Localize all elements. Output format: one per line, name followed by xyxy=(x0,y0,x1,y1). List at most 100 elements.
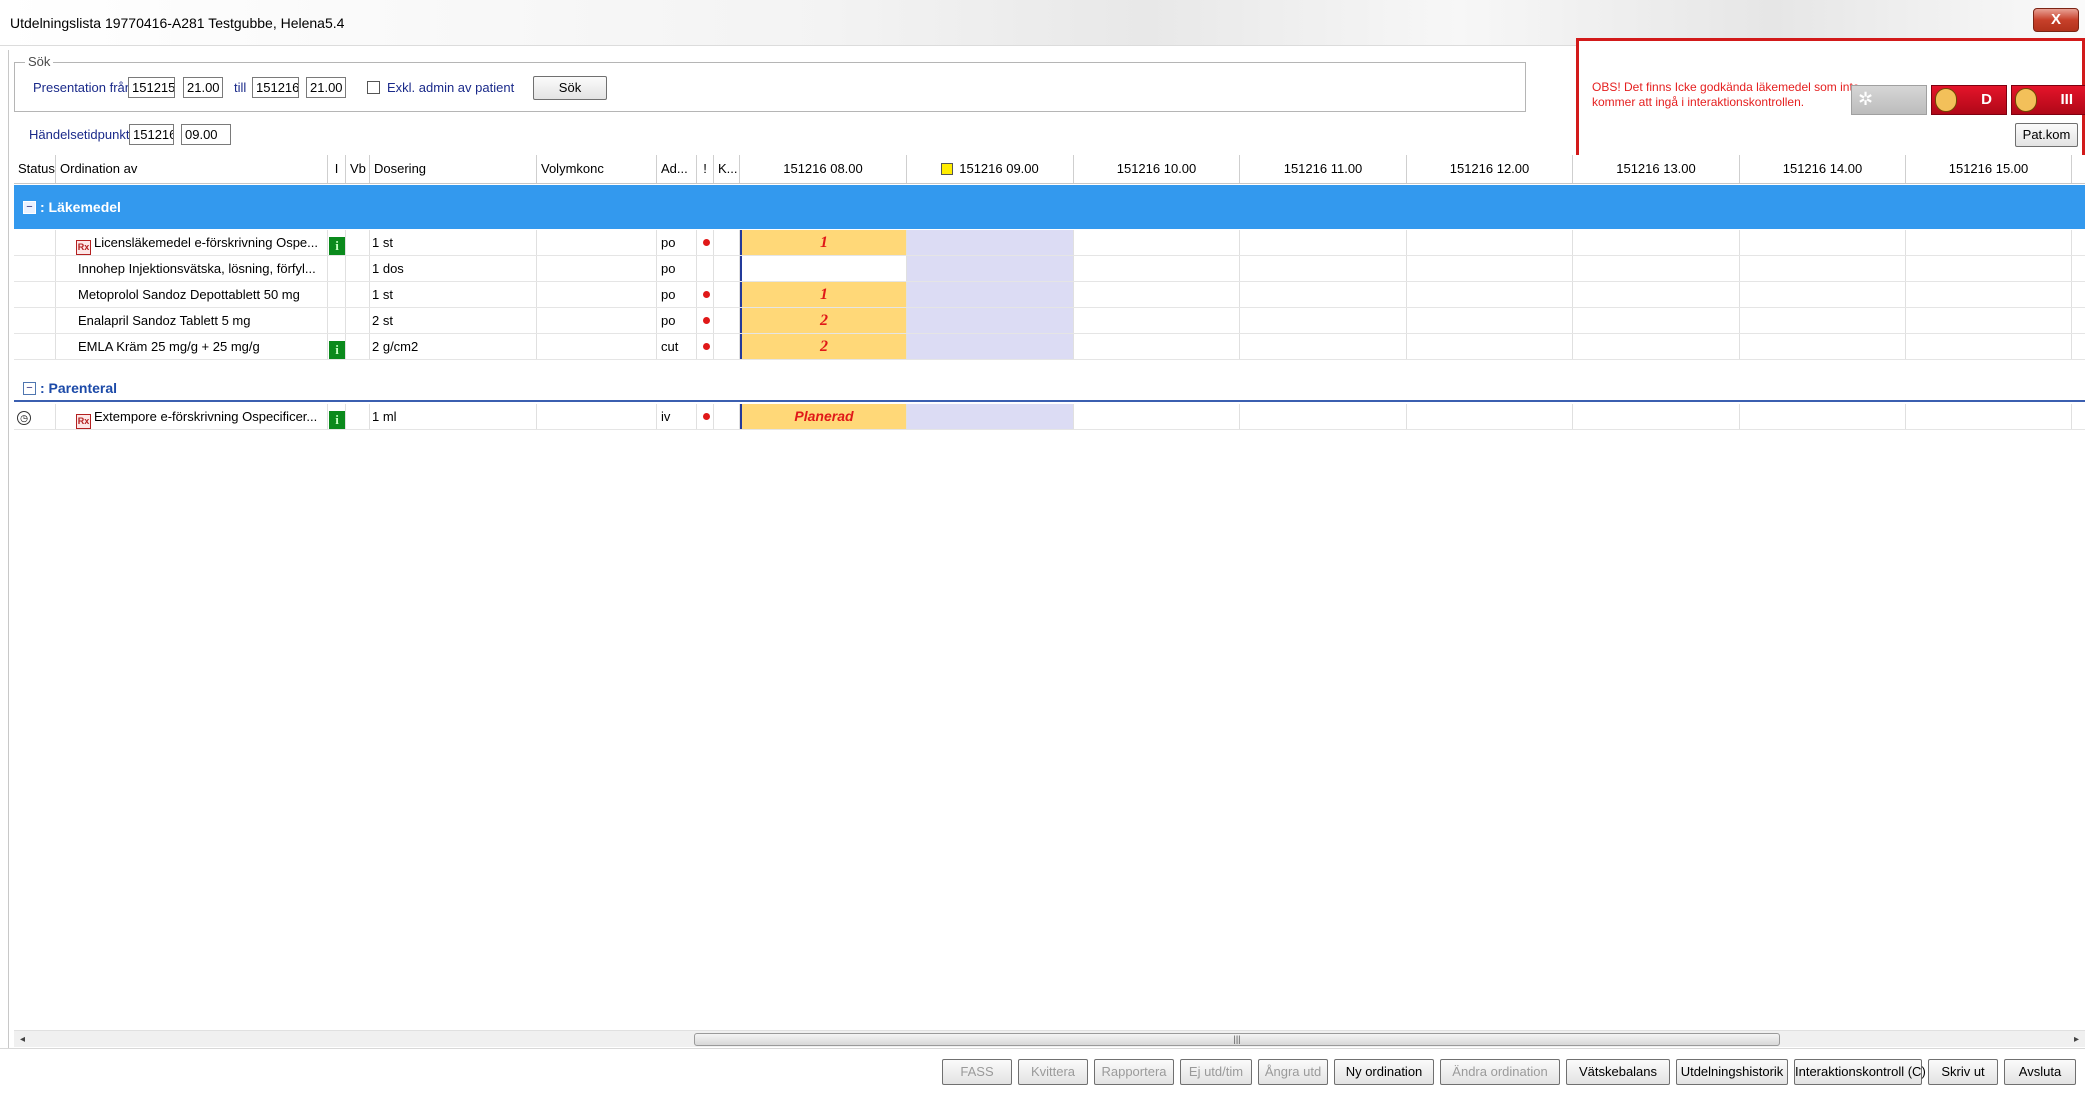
dose-slot[interactable] xyxy=(1074,334,1240,359)
to-time-field[interactable]: 21.00 xyxy=(306,77,346,98)
status-cell[interactable]: ◷ xyxy=(14,404,56,429)
info-icon[interactable]: i xyxy=(329,237,345,255)
dose-slot[interactable] xyxy=(1240,282,1407,307)
rapportera-button[interactable]: Rapportera xyxy=(1094,1059,1174,1085)
dose-slot[interactable] xyxy=(1240,404,1407,429)
event-date-field[interactable]: 151216 xyxy=(129,124,174,145)
dose-slot[interactable] xyxy=(1074,230,1240,255)
dose-slot[interactable] xyxy=(1074,282,1240,307)
event-time-field[interactable]: 09.00 xyxy=(181,124,231,145)
col-k[interactable]: K... xyxy=(714,155,740,183)
patkom-button[interactable]: Pat.kom xyxy=(2015,123,2078,147)
collapse-icon[interactable]: − xyxy=(23,382,36,395)
dose-slot-0800[interactable] xyxy=(740,256,907,281)
warning-badge-d[interactable]: D xyxy=(1931,85,2007,115)
dose-slot-0800[interactable]: 1 xyxy=(740,230,907,255)
interaktionskontroll-button[interactable]: Interaktionskontroll (C) xyxy=(1794,1059,1926,1085)
dose-slot[interactable] xyxy=(1240,308,1407,333)
dose-slot[interactable] xyxy=(1240,334,1407,359)
col-dosering[interactable]: Dosering xyxy=(370,155,537,183)
info-cell[interactable]: i xyxy=(328,230,346,255)
dose-slot[interactable] xyxy=(1740,334,1906,359)
dose-slot[interactable] xyxy=(1740,404,1906,429)
info-cell[interactable]: i xyxy=(328,334,346,359)
to-date-field[interactable]: 151216 xyxy=(252,77,299,98)
dose-slot-0900[interactable] xyxy=(907,308,1074,333)
group-lakemedel[interactable]: − : Läkemedel xyxy=(14,185,2085,229)
exclude-admin-checkbox[interactable] xyxy=(367,81,380,94)
warning-badge-iii[interactable]: III xyxy=(2011,85,2085,115)
dose-slot[interactable] xyxy=(1407,308,1573,333)
dose-slot-0900[interactable] xyxy=(907,282,1074,307)
info-icon[interactable]: i xyxy=(329,341,345,359)
dose-slot[interactable] xyxy=(1573,308,1740,333)
time-col-3[interactable]: 151216 10.00 xyxy=(1074,155,1240,183)
col-exclamation[interactable]: ! xyxy=(697,155,714,183)
ordination-cell[interactable]: Innohep Injektionsvätska, lösning, förfy… xyxy=(56,256,328,281)
ordination-cell[interactable]: EMLA Kräm 25 mg/g + 25 mg/g xyxy=(56,334,328,359)
utdelningshistorik-button[interactable]: Utdelningshistorik xyxy=(1676,1059,1788,1085)
from-time-field[interactable]: 21.00 xyxy=(183,77,223,98)
dose-slot[interactable] xyxy=(1074,256,1240,281)
fass-button[interactable]: FASS xyxy=(942,1059,1012,1085)
dose-slot[interactable] xyxy=(1573,404,1740,429)
dose-slot[interactable] xyxy=(1740,230,1906,255)
dose-slot[interactable] xyxy=(1906,334,2072,359)
dose-slot-0800[interactable]: 2 xyxy=(740,334,907,359)
dose-slot[interactable] xyxy=(1240,256,1407,281)
dose-slot[interactable] xyxy=(1906,404,2072,429)
dose-slot-0800[interactable]: 1 xyxy=(740,282,907,307)
info-cell[interactable]: i xyxy=(328,404,346,429)
dose-slot[interactable] xyxy=(1740,282,1906,307)
dose-slot-0900[interactable] xyxy=(907,334,1074,359)
dose-slot[interactable] xyxy=(1906,282,2072,307)
dose-slot[interactable] xyxy=(1906,256,2072,281)
info-icon[interactable]: i xyxy=(329,411,345,429)
from-date-field[interactable]: 151215 xyxy=(128,77,175,98)
dose-slot[interactable] xyxy=(1906,308,2072,333)
ej-utd-button[interactable]: Ej utd/tim xyxy=(1180,1059,1252,1085)
ordination-cell[interactable]: Rx Extempore e-förskrivning Ospecificer..… xyxy=(56,404,328,429)
time-col-5[interactable]: 151216 12.00 xyxy=(1407,155,1573,183)
dose-slot[interactable] xyxy=(1407,230,1573,255)
time-col-8[interactable]: 151216 15.00 xyxy=(1906,155,2072,183)
scroll-left-icon[interactable]: ◂ xyxy=(14,1031,31,1048)
ordination-cell[interactable]: Enalapril Sandoz Tablett 5 mg xyxy=(56,308,328,333)
dose-slot[interactable] xyxy=(1074,404,1240,429)
dose-slot-0800[interactable]: Planerad xyxy=(740,404,907,429)
col-i[interactable]: I xyxy=(328,155,346,183)
ordination-cell[interactable]: Rx Licensläkemedel e-förskrivning Ospe... xyxy=(56,230,328,255)
dose-slot-0900[interactable] xyxy=(907,256,1074,281)
dose-slot[interactable] xyxy=(1240,230,1407,255)
ny-ordination-button[interactable]: Ny ordination xyxy=(1334,1059,1434,1085)
andra-ordination-button[interactable]: Ändra ordination xyxy=(1440,1059,1560,1085)
dose-slot[interactable] xyxy=(1573,256,1740,281)
collapse-icon[interactable]: − xyxy=(23,201,36,214)
dose-slot[interactable] xyxy=(1573,334,1740,359)
time-col-7[interactable]: 151216 14.00 xyxy=(1740,155,1906,183)
allergy-status-icon[interactable]: ✲ xyxy=(1851,85,1927,115)
group-parenteral[interactable]: − : Parenteral xyxy=(14,374,2085,402)
dose-slot[interactable] xyxy=(1074,308,1240,333)
col-volymkonc[interactable]: Volymkonc xyxy=(537,155,657,183)
skriv-ut-button[interactable]: Skriv ut xyxy=(1928,1059,1998,1085)
time-col-6[interactable]: 151216 13.00 xyxy=(1573,155,1740,183)
vatskebalans-button[interactable]: Vätskebalans xyxy=(1566,1059,1670,1085)
col-status[interactable]: Status xyxy=(14,155,56,183)
col-ad[interactable]: Ad... xyxy=(657,155,697,183)
table-row[interactable]: Rx Licensläkemedel e-förskrivning Ospe...… xyxy=(14,230,2085,256)
table-row[interactable]: EMLA Kräm 25 mg/g + 25 mg/g i 2 g/cm2 cu… xyxy=(14,334,2085,360)
time-col-4[interactable]: 151216 11.00 xyxy=(1240,155,1407,183)
dose-slot[interactable] xyxy=(1407,404,1573,429)
angra-utd-button[interactable]: Ångra utd xyxy=(1258,1059,1328,1085)
dose-slot[interactable] xyxy=(1407,282,1573,307)
dose-slot[interactable] xyxy=(1573,230,1740,255)
time-col-1[interactable]: 151216 08.00 xyxy=(740,155,907,183)
dose-slot[interactable] xyxy=(1573,282,1740,307)
horizontal-scrollbar[interactable]: ◂ ||| ▸ xyxy=(14,1030,2085,1047)
dose-slot-0800[interactable]: 2 xyxy=(740,308,907,333)
col-ordination[interactable]: Ordination av xyxy=(56,155,328,183)
dose-slot[interactable] xyxy=(1740,308,1906,333)
table-row[interactable]: Metoprolol Sandoz Depottablett 50 mg 1 s… xyxy=(14,282,2085,308)
dose-slot[interactable] xyxy=(1740,256,1906,281)
